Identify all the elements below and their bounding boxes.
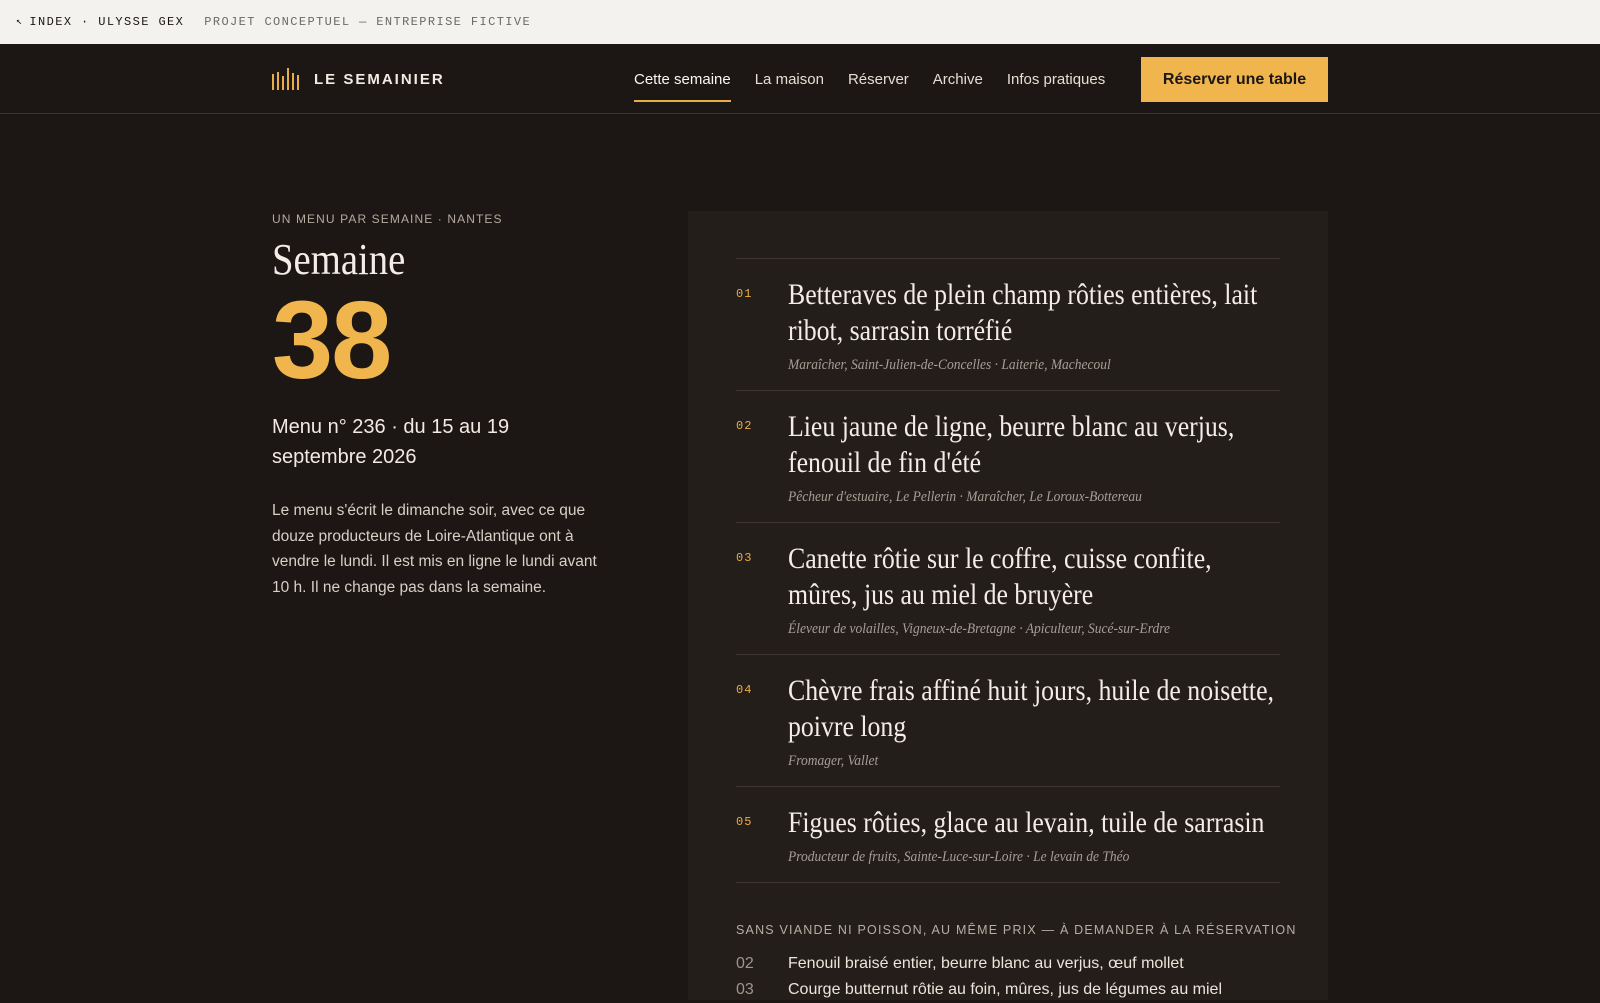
week-word: Semaine — [272, 235, 406, 284]
week-number: 38 — [272, 279, 392, 402]
course-origin: Fromager, Vallet — [788, 753, 879, 769]
brand-logo-link[interactable]: LE SEMAINIER — [272, 68, 445, 90]
vegetarian-list: 02 Fenouil braisé entier, beurre blanc a… — [736, 951, 1296, 1003]
main-nav: LE SEMAINIER Cette semaine La maison Rés… — [0, 44, 1600, 114]
vegetarian-item: 03 Courge butternut rôtie au foin, mûres… — [736, 977, 1296, 1003]
index-back-link[interactable]: ↖ INDEX · ULYSSE GEX — [16, 15, 184, 29]
nav-link-reserver[interactable]: Réserver — [848, 44, 909, 114]
course-origin: Maraîcher, Saint-Julien-de-Concelles · L… — [788, 357, 1111, 373]
course-origin: Éleveur de volailles, Vigneux-de-Bretagn… — [788, 621, 1170, 637]
nav-links: Cette semaine La maison Réserver Archive… — [634, 44, 1105, 114]
concept-note: PROJET CONCEPTUEL — ENTREPRISE FICTIVE — [204, 15, 532, 29]
course-name: Chèvre frais affiné huit jours, huile de… — [788, 674, 1275, 743]
course-origin: Pêcheur d'estuaire, Le Pellerin · Maraîc… — [788, 489, 1142, 505]
index-back-label: INDEX · ULYSSE GEX — [29, 15, 185, 29]
course-number: 01 — [736, 287, 753, 301]
course-number: 05 — [736, 815, 753, 829]
arrow-up-left-icon: ↖ — [16, 17, 24, 28]
course-name: Betteraves de plein champ rôties entière… — [788, 278, 1258, 347]
vegetarian-title: SANS VIANDE NI POISSON, AU MÊME PRIX — À… — [736, 923, 1297, 937]
nav-link-infos-pratiques[interactable]: Infos pratiques — [1007, 44, 1105, 114]
vegetarian-number: 03 — [736, 981, 754, 998]
course-item: 01 Betteraves de plein champ rôties enti… — [736, 259, 1280, 391]
menu-meta: Menu n° 236 · du 15 au 19 septembre 2026 — [272, 416, 510, 468]
course-number: 02 — [736, 419, 753, 433]
vegetarian-text: Courge butternut rôtie au foin, mûres, j… — [788, 981, 1223, 998]
vegetarian-item: 02 Fenouil braisé entier, beurre blanc a… — [736, 951, 1296, 977]
course-item: 02 Lieu jaune de ligne, beurre blanc au … — [736, 391, 1280, 523]
brand-name: LE SEMAINIER — [314, 70, 445, 88]
course-item: 03 Canette rôtie sur le coffre, cuisse c… — [736, 523, 1280, 655]
course-name: Canette rôtie sur le coffre, cuisse conf… — [788, 542, 1212, 611]
course-name: Figues rôties, glace au levain, tuile de… — [788, 806, 1265, 839]
course-list: 01 Betteraves de plein champ rôties enti… — [736, 258, 1280, 883]
vegetarian-text: Fenouil braisé entier, beurre blanc au v… — [788, 955, 1184, 972]
course-item: 04 Chèvre frais affiné huit jours, huile… — [736, 655, 1280, 787]
vegetarian-number: 02 — [736, 955, 754, 972]
nav-link-archive[interactable]: Archive — [933, 44, 983, 114]
meta-bar: ↖ INDEX · ULYSSE GEX PROJET CONCEPTUEL —… — [0, 0, 1600, 44]
menu-description: Le menu s'écrit le dimanche soir, avec c… — [272, 502, 597, 596]
course-item: 05 Figues rôties, glace au levain, tuile… — [736, 787, 1280, 883]
course-origin: Producteur de fruits, Sainte-Luce-sur-Lo… — [788, 849, 1130, 865]
course-name: Lieu jaune de ligne, beurre blanc au ver… — [788, 410, 1235, 479]
course-number: 03 — [736, 551, 753, 565]
nav-link-cette-semaine[interactable]: Cette semaine — [634, 44, 731, 114]
menu-card: 01 Betteraves de plein champ rôties enti… — [688, 211, 1328, 1000]
week-intro: UN MENU PAR SEMAINE · NANTES Semaine 38 … — [272, 212, 602, 600]
bars-logo-icon — [272, 68, 299, 90]
reserve-table-button[interactable]: Réserver une table — [1141, 57, 1328, 102]
eyebrow: UN MENU PAR SEMAINE · NANTES — [272, 212, 503, 226]
nav-link-la-maison[interactable]: La maison — [755, 44, 824, 114]
course-number: 04 — [736, 683, 753, 697]
